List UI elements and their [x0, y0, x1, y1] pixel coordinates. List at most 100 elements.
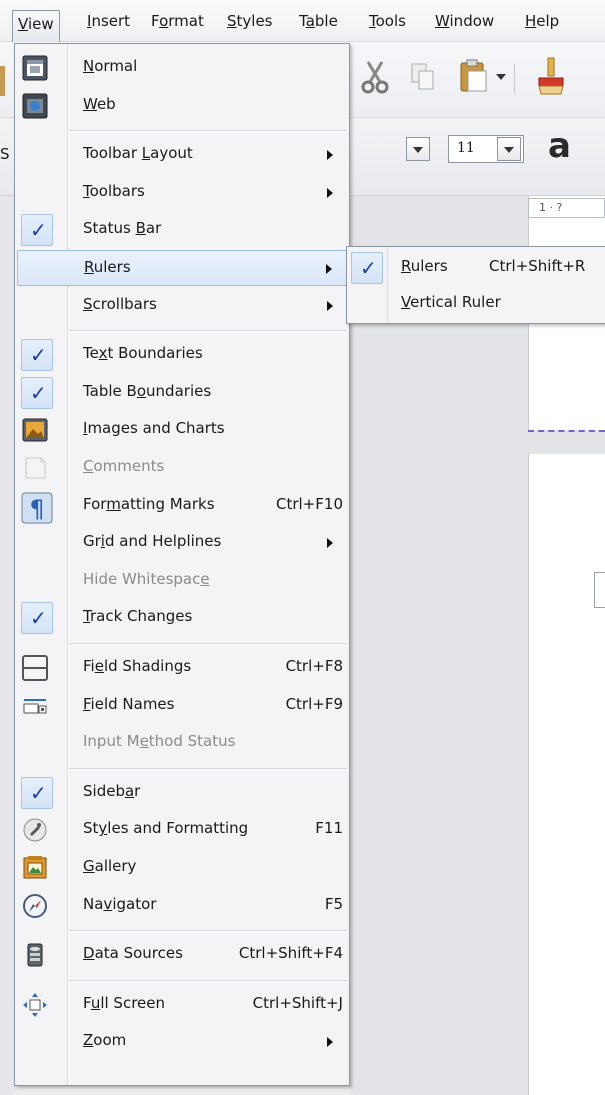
menu-item-navigator-label-pre: Na: [83, 894, 104, 913]
menu-item-web-label: Web: [83, 95, 116, 113]
menu-window[interactable]: Window: [430, 10, 499, 38]
menu-item-grid-and-helplines-label-post: d and Helplines: [104, 532, 222, 551]
menu-view-label-post: iew: [27, 15, 54, 33]
submenu-item-rulers[interactable]: Rulers Ctrl+Shift+R: [349, 251, 605, 285]
menu-styles-mnemonic: S: [227, 12, 237, 30]
menu-view[interactable]: View: [12, 10, 60, 43]
menu-item-toolbars[interactable]: Toolbars: [17, 175, 347, 211]
menu-item-normal[interactable]: Normal: [17, 50, 347, 86]
menu-view-mnemonic: V: [18, 15, 28, 33]
menu-item-input-method-status-mnemonic: e: [139, 732, 149, 751]
menu-item-full-screen[interactable]: Full Screen Ctrl+Shift+J: [17, 987, 347, 1023]
submenu-arrow-icon: [327, 538, 333, 549]
menu-item-table-boundaries[interactable]: Table Boundaries: [17, 375, 347, 411]
menu-item-formatting-marks-mnemonic: m: [106, 494, 121, 513]
menu-item-comments-label: Comments: [83, 457, 164, 475]
menu-table-label-pre: T: [299, 12, 306, 30]
menu-item-gallery[interactable]: Gallery: [17, 850, 347, 886]
menu-item-field-names-shortcut: Ctrl+F9: [285, 694, 343, 713]
font-name-dropdown-button[interactable]: [406, 137, 430, 161]
checkmark-icon: [21, 214, 53, 247]
menu-item-toolbar-layout[interactable]: Toolbar Layout: [17, 137, 347, 173]
submenu-item-vertical-ruler[interactable]: Vertical Ruler: [349, 287, 605, 321]
menu-item-grid-and-helplines[interactable]: Grid and Helplines: [17, 525, 347, 561]
menu-format-label-post: rmat: [168, 12, 204, 30]
menu-item-field-names-mnemonic: F: [83, 694, 91, 713]
document-page[interactable]: [528, 196, 605, 1095]
menu-item-navigator-label: Navigator: [83, 895, 156, 913]
menu-item-hide-whitespace-mnemonic: e: [200, 569, 210, 588]
menu-item-scrollbars[interactable]: Scrollbars: [17, 288, 347, 324]
menu-item-gallery-label: Gallery: [83, 857, 136, 875]
menu-item-field-names-label: Field Names: [83, 695, 174, 713]
checkmark-icon: [21, 339, 53, 372]
menu-item-full-screen-label-post: ll Screen: [100, 993, 166, 1012]
menu-item-input-method-status-label-post: thod Status: [148, 732, 236, 751]
menu-separator: [69, 643, 347, 645]
page-break-gap: [528, 430, 605, 454]
view-menu-dropdown: Normal Web Toolbar Layout Toolbars Status Ba…: [14, 43, 350, 1086]
menu-item-navigator[interactable]: Navigator F5: [17, 888, 347, 924]
paste-dropdown-icon[interactable]: [496, 74, 506, 82]
svg-text:¶: ¶: [29, 495, 44, 523]
menu-format[interactable]: Format: [146, 10, 209, 38]
page-break-line: [528, 430, 605, 432]
menu-item-data-sources-label: Data Sources: [83, 944, 183, 962]
menu-item-web[interactable]: Web: [17, 88, 347, 124]
menu-table[interactable]: Table: [294, 10, 343, 38]
menu-item-full-screen-label-pre: F: [83, 993, 91, 1012]
menu-styles[interactable]: Styles: [222, 10, 278, 38]
menu-item-status-bar[interactable]: Status Bar: [17, 212, 347, 248]
paragraph-style-sliver: S: [0, 145, 10, 163]
menu-item-text-boundaries[interactable]: Text Boundaries: [17, 337, 347, 373]
menu-item-field-names[interactable]: Field Names Ctrl+F9: [17, 688, 347, 724]
menu-help[interactable]: Help: [520, 10, 564, 38]
text-frame: [594, 572, 605, 608]
web-view-icon: [21, 92, 49, 120]
menu-item-comments-mnemonic: C: [83, 457, 94, 475]
cut-icon[interactable]: [360, 60, 390, 94]
menu-tools[interactable]: Tools: [364, 10, 411, 38]
menu-item-zoom[interactable]: Zoom: [17, 1024, 347, 1060]
menu-insert[interactable]: Insert: [82, 10, 135, 38]
font-color-a-icon[interactable]: a: [548, 126, 571, 166]
styles-icon: [21, 816, 49, 844]
menu-item-toolbar-layout-mnemonic: L: [141, 144, 151, 163]
menu-item-track-changes-label: Track Changes: [83, 607, 192, 625]
navigator-icon: [21, 892, 49, 920]
menu-item-formatting-marks[interactable]: ¶ Formatting Marks Ctrl+F10: [17, 488, 347, 524]
menu-item-field-shadings-label-pre: Fi: [83, 657, 95, 675]
paste-icon[interactable]: [458, 58, 490, 94]
menu-item-hide-whitespace-label-pre: Hide Whitespac: [83, 569, 201, 588]
left-margin-strip: [0, 196, 14, 1095]
menu-item-rulers[interactable]: Rulers: [17, 250, 347, 286]
data-sources-icon: [21, 941, 49, 969]
menu-item-navigator-mnemonic: v: [103, 894, 113, 913]
menu-item-status-bar-label-post: ar: [145, 219, 162, 238]
menu-item-styles-and-formatting-label: Styles and Formatting: [83, 819, 248, 837]
menu-item-scrollbars-mnemonic: S: [83, 294, 93, 313]
font-size-dropdown-button[interactable]: [497, 137, 521, 161]
clone-formatting-icon[interactable]: [533, 56, 567, 96]
menu-item-text-boundaries-label-post: t Boundaries: [107, 344, 203, 363]
copy-icon[interactable]: [410, 62, 436, 92]
menu-item-field-shadings[interactable]: Field Shadings Ctrl+F8: [17, 650, 347, 686]
menu-item-toolbars-label: Toolbars: [83, 182, 145, 200]
menu-tools-label-post: ools: [375, 12, 406, 30]
menu-item-styles-and-formatting-mnemonic: y: [98, 819, 108, 838]
font-size-combobox[interactable]: 11: [448, 135, 524, 163]
menu-item-track-changes[interactable]: Track Changes: [17, 600, 347, 636]
menu-item-full-screen-label: Full Screen: [83, 994, 165, 1012]
menu-item-styles-and-formatting[interactable]: Styles and Formatting F11: [17, 812, 347, 848]
menu-item-table-boundaries-mnemonic: o: [136, 381, 147, 400]
menu-window-label-post: indow: [449, 12, 495, 30]
horizontal-ruler[interactable]: 1 · ?: [528, 198, 605, 218]
menu-item-data-sources[interactable]: Data Sources Ctrl+Shift+F4: [17, 937, 347, 973]
menu-item-track-changes-label-post: rack Changes: [89, 607, 193, 626]
menu-item-normal-label: Normal: [83, 57, 137, 75]
menu-item-sidebar-label-pre: Sideb: [83, 781, 125, 800]
menu-item-images-and-charts[interactable]: Images and Charts: [17, 412, 347, 448]
submenu-arrow-icon: [326, 264, 332, 274]
checkmark-icon: [351, 252, 383, 284]
menu-item-sidebar[interactable]: Sidebar: [17, 775, 347, 811]
